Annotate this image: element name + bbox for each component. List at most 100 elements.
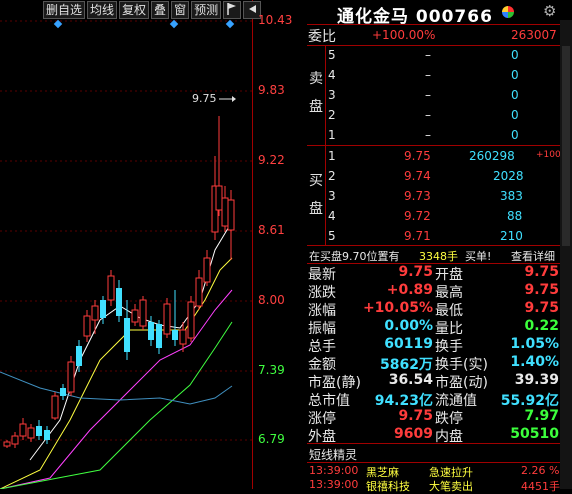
- stat-label: 总市值: [308, 393, 350, 409]
- buy-price: 9.75: [404, 149, 431, 163]
- candle-body: [3, 441, 11, 447]
- stat-label: 量比: [435, 321, 463, 337]
- stat-value: +10.05%: [362, 300, 433, 316]
- stat-label: 换手: [435, 339, 463, 355]
- stat-value: 5862万: [380, 357, 433, 373]
- sprite-value: 4451手: [521, 480, 560, 493]
- candle-body: [83, 315, 91, 337]
- stat-label: 涨停: [308, 411, 336, 427]
- buy-level: 1: [328, 149, 336, 163]
- stat-row: 涨停 9.75 跌停 7.97: [307, 408, 572, 427]
- remove-watchlist-button[interactable]: 删自选: [43, 1, 86, 19]
- stat-label: 总手: [308, 339, 336, 355]
- panel-scrollbar[interactable]: [560, 20, 572, 489]
- weibi-value: +100.00%: [372, 28, 436, 42]
- buy-volume: 210: [500, 229, 523, 243]
- candle-body: [203, 257, 211, 283]
- sprite-title: 短线精灵: [309, 448, 358, 462]
- buy-level-row[interactable]: 1 9.75 260298 +100: [307, 147, 572, 165]
- sell-volume: 0: [511, 128, 519, 142]
- weibi-amount: 263007: [511, 28, 557, 42]
- buy-volume: 260298: [469, 149, 515, 163]
- candle-body: [139, 299, 147, 327]
- forecast-button[interactable]: 预测: [191, 1, 222, 19]
- buy-level-row[interactable]: 2 9.74 2028: [307, 167, 572, 185]
- overlay-button[interactable]: 叠: [151, 1, 170, 19]
- stat-value: 60119: [384, 336, 433, 352]
- stat-label: 开盘: [435, 267, 463, 283]
- order-notice[interactable]: 在买盘9.70位置有 3348手 买单! 查看详细: [307, 246, 572, 264]
- sprite-row[interactable]: 13:39:00 银禧科技 大笔卖出 4451手: [307, 478, 572, 493]
- sprite-row[interactable]: 13:39:00 黑芝麻 急速拉升 2.26 %: [307, 464, 572, 479]
- buy-level-row[interactable]: 3 9.73 383: [307, 187, 572, 205]
- sell-level-row[interactable]: 5 – 0: [307, 46, 572, 64]
- pie-chart-icon[interactable]: [502, 6, 514, 18]
- gear-icon[interactable]: ⚙: [543, 2, 556, 20]
- buy-level-row[interactable]: 4 9.72 88: [307, 207, 572, 225]
- stat-row: 市盈(静) 36.54 市盈(动) 39.39: [307, 372, 572, 391]
- stat-value: 9.75: [524, 264, 559, 280]
- flag-icon[interactable]: [223, 1, 242, 19]
- buy-price: 9.72: [404, 209, 431, 223]
- stat-row: 金额 5862万 换手(实) 1.40%: [307, 354, 572, 373]
- sell-volume: 0: [511, 108, 519, 122]
- weibi-label: 委比: [308, 29, 336, 45]
- stat-value: 39.39: [514, 372, 559, 388]
- stat-label: 市盈(静): [308, 375, 361, 391]
- axis-price-label: 10.43: [258, 13, 293, 27]
- candle-body: [156, 324, 162, 348]
- buy-level: 5: [328, 229, 336, 243]
- sell-level: 4: [328, 68, 336, 82]
- candle-body: [172, 330, 178, 340]
- stat-value: 9.75: [524, 300, 559, 316]
- sell-level: 2: [328, 108, 336, 122]
- sprite-value: 2.26 %: [521, 464, 560, 477]
- stat-label: 流通值: [435, 393, 477, 409]
- stat-label: 涨幅: [308, 303, 336, 319]
- ma20-line: [0, 289, 233, 489]
- view-detail-link[interactable]: 查看详细: [511, 248, 555, 264]
- buy-volume: 2028: [493, 169, 524, 183]
- candle-body: [107, 275, 115, 301]
- stat-row: 涨幅 +10.05% 最低 9.75: [307, 300, 572, 319]
- ma60-line: [0, 321, 233, 489]
- window-button[interactable]: 窗: [171, 1, 190, 19]
- sell-level-row[interactable]: 1 – 0: [307, 126, 572, 144]
- sprite-stock: 银禧科技: [366, 480, 410, 493]
- buy-volume: 88: [507, 209, 523, 223]
- buy-level: 4: [328, 209, 336, 223]
- candle-body: [36, 426, 42, 436]
- sell-volume: 0: [511, 48, 519, 62]
- stat-value: 7.97: [524, 408, 559, 424]
- stat-label: 金额: [308, 357, 336, 373]
- moving-average-button[interactable]: 均线: [87, 1, 118, 19]
- stat-value: 36.54: [388, 372, 433, 388]
- buy-level-row[interactable]: 5 9.71 210: [307, 227, 572, 245]
- sell-level-row[interactable]: 3 – 0: [307, 86, 572, 104]
- candle-body: [100, 300, 106, 318]
- buy-change: +100: [536, 150, 561, 160]
- notice-action: 买单!: [465, 250, 492, 263]
- kline-canvas[interactable]: [0, 0, 307, 489]
- stat-row: 振幅 0.00% 量比 0.22: [307, 318, 572, 337]
- axis-price-label: 6.79: [258, 432, 285, 446]
- sell-price: –: [425, 108, 431, 122]
- sell-level-row[interactable]: 4 – 0: [307, 66, 572, 84]
- stat-label: 跌停: [435, 411, 463, 427]
- chart-toolbar: 删自选 均线 复权 叠 窗 预测: [43, 1, 263, 19]
- buy-price: 9.74: [404, 169, 431, 183]
- candle-body: [11, 435, 19, 445]
- adjust-price-button[interactable]: 复权: [119, 1, 150, 19]
- candle-body: [215, 185, 223, 211]
- stat-row: 总市值 94.23亿 流通值 55.92亿: [307, 390, 572, 409]
- candle-body: [227, 199, 235, 231]
- candle-body: [51, 395, 59, 419]
- buy-level: 3: [328, 189, 336, 203]
- sprite-time: 13:39:00: [309, 478, 359, 491]
- buy-volume: 383: [500, 189, 523, 203]
- kline-chart[interactable]: 删自选 均线 复权 叠 窗 预测 9.75 10.43 9.83 9.22 8.…: [0, 0, 307, 489]
- sell-level-row[interactable]: 2 – 0: [307, 106, 572, 124]
- axis-price-label: 9.83: [258, 83, 285, 97]
- stat-value: 1.40%: [510, 354, 559, 370]
- stat-value: 9.75: [398, 408, 433, 424]
